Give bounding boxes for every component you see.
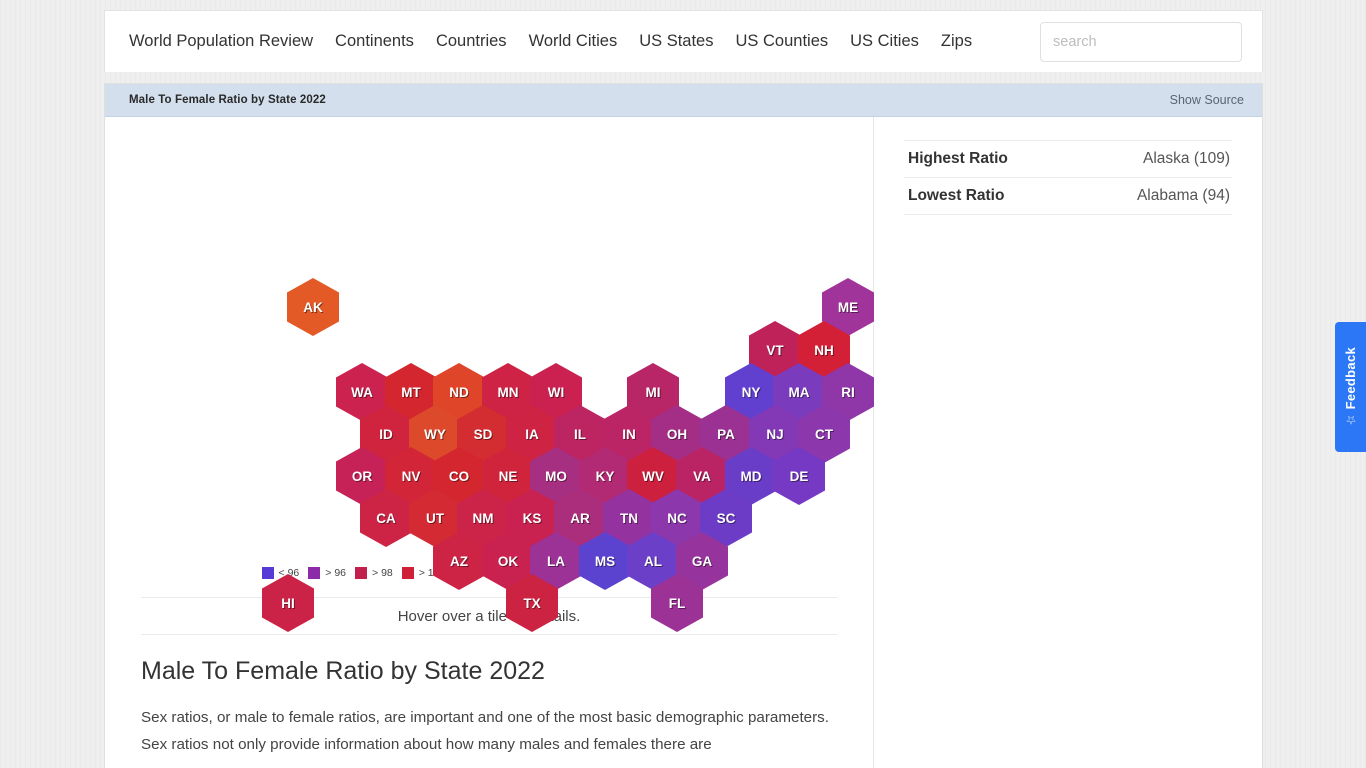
hex-tile-label: MD [740,468,762,484]
hex-tile-label: IL [574,426,586,442]
hex-tile-label: NV [401,468,421,484]
legend-swatch [401,567,414,579]
hex-tile-label: NH [814,342,834,358]
hex-tile-label: OK [497,553,519,569]
hex-tile-ak[interactable]: AK [287,278,339,336]
hex-tile-label: CT [815,426,833,442]
hex-tile-label: WY [424,426,446,442]
hover-hint-bar: Hover over a tile for details. [141,597,837,635]
hex-tile-label: ID [379,426,393,442]
hex-tile-label: PA [717,426,735,442]
hex-tile-label: MI [645,384,661,400]
nav-link-world-cities[interactable]: World Cities [529,32,618,51]
page-root: World Population Review Continents Count… [0,0,1366,768]
hex-tile-label: IA [525,426,539,442]
map-pane: AK ME VT NH WA MT ND MN WI MI NY MA RI ID WY SD IA IL IN OH… [105,117,874,768]
sparkle-star-icon: ☆ [1343,413,1358,428]
hex-tile-label: NC [667,510,687,526]
hex-tile-label: SC [716,510,736,526]
stat-value: Alaska (109) [1142,150,1230,167]
hex-tile-label: ND [449,384,469,400]
hex-tile-label: SD [473,426,493,442]
hex-tile-label: CO [448,468,470,484]
top-navigation-bar: World Population Review Continents Count… [104,10,1263,72]
hex-tile-label: UT [426,510,444,526]
show-source-button[interactable]: Show Source [1170,93,1244,107]
hex-tile-label: VT [766,342,784,358]
stat-highest-ratio: Highest Ratio Alaska (109) [904,140,1232,177]
hex-tile-label: NM [472,510,494,526]
hex-tile-label: GA [691,553,713,569]
main-content-card: Male To Female Ratio by State 2022 Show … [104,83,1263,768]
hex-tile-label: HI [281,595,295,611]
nav-link-countries[interactable]: Countries [436,32,507,51]
search-input[interactable] [1040,21,1242,62]
stats-sidebar: Highest Ratio Alaska (109) Lowest Ratio … [874,117,1262,768]
hex-tile-label: AL [644,553,662,569]
legend-item-2: > 98 [355,567,393,579]
legend-swatch [308,567,321,579]
nav-link-us-states[interactable]: US States [639,32,713,51]
nav-link-us-cities[interactable]: US Cities [850,32,919,51]
search-container [1040,21,1242,62]
hex-tile-label: MO [545,468,567,484]
hex-tile-label: TX [523,595,541,611]
hex-tile-label: OR [351,468,373,484]
us-hex-tile-map[interactable]: AK ME VT NH WA MT ND MN WI MI NY MA RI ID WY SD IA IL IN OH… [105,117,874,632]
nav-link-us-counties[interactable]: US Counties [736,32,829,51]
hex-tile-label: NY [741,384,761,400]
hex-tile-label: ME [837,299,859,315]
article-title: Male To Female Ratio by State 2022 [141,657,545,685]
nav-link-continents[interactable]: Continents [335,32,414,51]
site-brand-link[interactable]: World Population Review [129,32,313,51]
hex-tile-label: TN [620,510,638,526]
legend-label: > 96 [325,567,347,579]
stat-label: Highest Ratio [908,150,1008,167]
hex-tile-label: RI [841,384,855,400]
hex-tile-label: DE [789,468,809,484]
card-header-bar: Male To Female Ratio by State 2022 Show … [105,84,1262,117]
card-body: AK ME VT NH WA MT ND MN WI MI NY MA RI ID WY SD IA IL IN OH… [105,117,1262,768]
legend-swatch [261,567,274,579]
stat-lowest-ratio: Lowest Ratio Alabama (94) [904,177,1232,215]
feedback-label: Feedback [1343,346,1358,410]
legend-label: > 98 [372,567,393,579]
article-section: Male To Female Ratio by State 2022 Sex r… [105,635,873,758]
hex-tile-label: KS [522,510,542,526]
hex-tile-label: AR [570,510,590,526]
hex-tile-label: OH [666,426,688,442]
hex-tile-label: AZ [450,553,468,569]
legend-item-1: > 96 [308,567,346,579]
hex-tile-label: AK [303,299,323,315]
hex-tile-label: MS [594,553,616,569]
article-paragraph: Sex ratios, or male to female ratios, ar… [141,709,829,753]
hex-tile-label: LA [547,553,565,569]
hex-tile-label: NJ [766,426,784,442]
nav-link-zips[interactable]: Zips [941,32,972,51]
legend-swatch [355,567,368,579]
stat-value: Alabama (94) [1136,187,1230,204]
stat-label: Lowest Ratio [908,187,1005,204]
hex-tile-label: NE [498,468,518,484]
hex-tile-label: KY [595,468,615,484]
feedback-tab[interactable]: Feedback ☆ [1335,322,1366,452]
hex-tile-label: WI [547,384,565,400]
hex-tile-label: MT [401,384,421,400]
hex-tile-label: WV [642,468,664,484]
hex-tile-label: MN [497,384,519,400]
hex-tile-label: CA [376,510,396,526]
hex-tile-label: WA [351,384,373,400]
hex-tile-label: MA [788,384,810,400]
hex-tile-label: IN [622,426,636,442]
card-header-title: Male To Female Ratio by State 2022 [129,94,326,106]
hex-tile-label: FL [668,595,686,611]
hex-tile-label: VA [693,468,711,484]
nav-inner: World Population Review Continents Count… [105,11,1262,72]
